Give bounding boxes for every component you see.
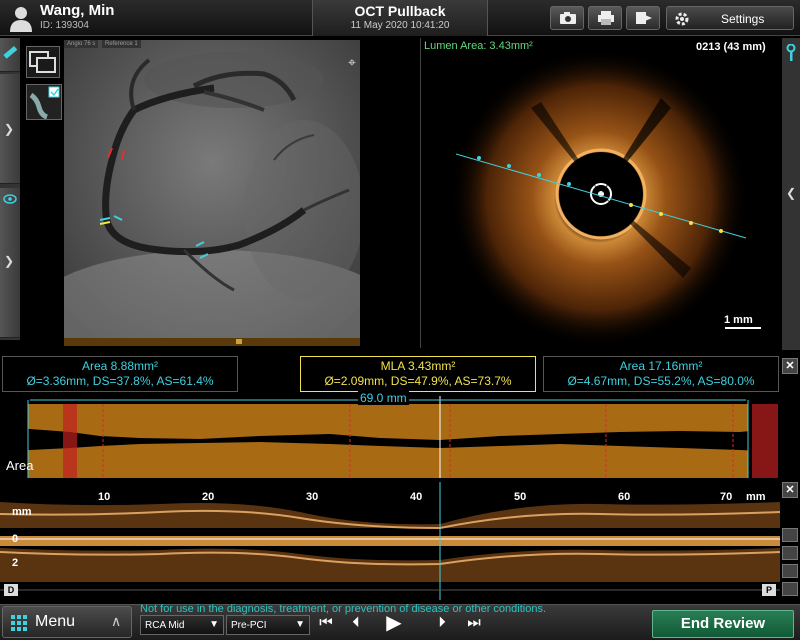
- angio-tab-primary[interactable]: Angio 76 s: [64, 40, 99, 48]
- pullback-datetime: 11 May 2020 10:41:20: [350, 20, 450, 31]
- windows-icon: [29, 51, 56, 73]
- step-forward-icon: ⏵: [438, 614, 446, 631]
- lmode-tick: 60: [618, 491, 631, 503]
- chevron-left-icon[interactable]: ❮: [786, 186, 796, 200]
- left-panel-expand-tab[interactable]: ❯: [0, 74, 20, 184]
- patient-avatar-icon: [10, 7, 32, 32]
- angio-tab-reference[interactable]: Reference 1: [102, 40, 141, 48]
- vessel-thumbnail[interactable]: [26, 84, 62, 120]
- area-graph[interactable]: [0, 396, 780, 478]
- reference-marker-icon[interactable]: ⌖: [348, 54, 356, 71]
- skip-to-start-button[interactable]: ⏮: [312, 611, 340, 635]
- close-measurements-button[interactable]: ✕: [782, 358, 798, 374]
- print-button[interactable]: [588, 6, 622, 30]
- play-icon: ▶: [386, 612, 402, 634]
- lmode-tick: 30: [306, 491, 319, 503]
- menu-label: Menu: [35, 613, 76, 630]
- play-button[interactable]: ▶: [380, 611, 408, 635]
- oct-cross-section-view[interactable]: [420, 38, 782, 348]
- lmode-tick: 20: [202, 491, 215, 503]
- mla-stats: Ø=2.09mm, DS=47.9%, AS=73.7%: [324, 374, 512, 388]
- step-back-icon: ⏴: [352, 614, 360, 631]
- menu-button[interactable]: Menu ∧: [2, 606, 132, 638]
- proximal-reference-measurement[interactable]: Area 8.88mm² Ø=3.36mm, DS=37.8%, AS=61.4…: [2, 356, 238, 392]
- distal-area: Area 17.16mm²: [619, 359, 703, 373]
- triangle-down-icon: ▼: [295, 619, 305, 630]
- skip-start-icon: ⏮: [319, 614, 333, 631]
- proximal-end-marker: P: [762, 584, 776, 596]
- step-back-button[interactable]: ⏴: [342, 611, 370, 635]
- title-tab: OCT Pullback 11 May 2020 10:41:20: [312, 0, 488, 36]
- vessel-select[interactable]: RCA Mid ▼: [140, 615, 224, 635]
- distal-end-marker: D: [4, 584, 18, 596]
- mla-area: MLA 3.43mm²: [380, 359, 456, 373]
- lmode-tool-button[interactable]: [782, 582, 798, 596]
- printer-icon: [598, 11, 614, 25]
- view-tab[interactable]: ❯: [0, 188, 20, 338]
- snapshot-button[interactable]: [550, 6, 584, 30]
- page-title: OCT Pullback: [354, 3, 446, 19]
- lmode-tick: 70: [720, 491, 733, 503]
- angiogram-image: [64, 40, 360, 346]
- wrench-icon[interactable]: [784, 44, 798, 62]
- gear-icon: [675, 12, 689, 26]
- patient-id: ID: 139304: [40, 20, 89, 31]
- export-icon: [636, 12, 652, 24]
- lmode-y-unit: mm: [12, 506, 32, 518]
- vessel-value: RCA Mid: [145, 620, 185, 631]
- angiogram-view[interactable]: Angio 76 s Reference 1: [64, 40, 360, 346]
- lmode-tick: 10: [98, 491, 111, 503]
- distal-stats: Ø=4.67mm, DS=55.2%, AS=80.0%: [567, 374, 755, 388]
- lmode-tick: 50: [514, 491, 527, 503]
- ruler-icon: [3, 45, 18, 59]
- vessel-thumbnail-icon: [29, 86, 60, 120]
- chevron-right-icon: ❯: [4, 122, 15, 136]
- stage-select[interactable]: Pre-PCI ▼: [226, 615, 310, 635]
- lmode-y-tick: 2: [12, 557, 19, 569]
- chevron-up-icon: ∧: [111, 613, 122, 629]
- mla-measurement[interactable]: MLA 3.43mm² Ø=2.09mm, DS=47.9%, AS=73.7%: [300, 356, 536, 392]
- lmode-x-unit: mm: [746, 491, 766, 503]
- stage-value: Pre-PCI: [231, 620, 267, 631]
- oct-cross-section-image: [449, 48, 761, 348]
- lmode-tool-button[interactable]: [782, 546, 798, 560]
- close-lmode-button[interactable]: ✕: [782, 482, 798, 498]
- end-review-button[interactable]: End Review: [652, 610, 794, 638]
- layout-toggle-button[interactable]: [26, 46, 60, 78]
- right-rail: ❮: [782, 38, 800, 350]
- distal-reference-measurement[interactable]: Area 17.16mm² Ø=4.67mm, DS=55.2%, AS=80.…: [543, 356, 779, 392]
- patient-name: Wang, Min: [40, 2, 115, 19]
- lmode-tick: 40: [410, 491, 423, 503]
- export-button[interactable]: [626, 6, 660, 30]
- settings-label: Settings: [721, 12, 765, 26]
- longitudinal-image: [0, 482, 780, 600]
- step-forward-button[interactable]: ⏵: [428, 611, 456, 635]
- grid-icon: [11, 615, 27, 631]
- eye-icon: [3, 194, 17, 204]
- left-rail: ❯ ❯: [0, 38, 20, 340]
- angio-tab-strip: Angio 76 s Reference 1: [64, 40, 143, 48]
- lmode-tool-button[interactable]: [782, 564, 798, 578]
- frame-readout: 0213 (43 mm): [696, 41, 766, 53]
- skip-to-end-button[interactable]: ⏭: [460, 611, 488, 635]
- scale-bar-label: 1 mm: [724, 314, 753, 326]
- area-graph-label: Area: [6, 458, 34, 473]
- skip-end-icon: ⏭: [467, 614, 481, 631]
- lmode-y-tick: 0: [12, 533, 19, 545]
- pullback-length-label: 69.0 mm: [358, 391, 409, 405]
- lmode-tool-button[interactable]: [782, 528, 798, 542]
- triangle-down-icon: ▼: [209, 619, 219, 630]
- longitudinal-view[interactable]: [0, 482, 780, 600]
- proximal-stats: Ø=3.36mm, DS=37.8%, AS=61.4%: [26, 374, 214, 388]
- proximal-area: Area 8.88mm²: [81, 359, 159, 373]
- chevron-right-icon: ❯: [4, 254, 15, 268]
- camera-icon: [560, 12, 576, 24]
- settings-button[interactable]: Settings: [666, 6, 794, 30]
- calibration-tool-tab[interactable]: [0, 38, 20, 72]
- lumen-area-readout: Lumen Area: 3.43mm²: [424, 40, 533, 52]
